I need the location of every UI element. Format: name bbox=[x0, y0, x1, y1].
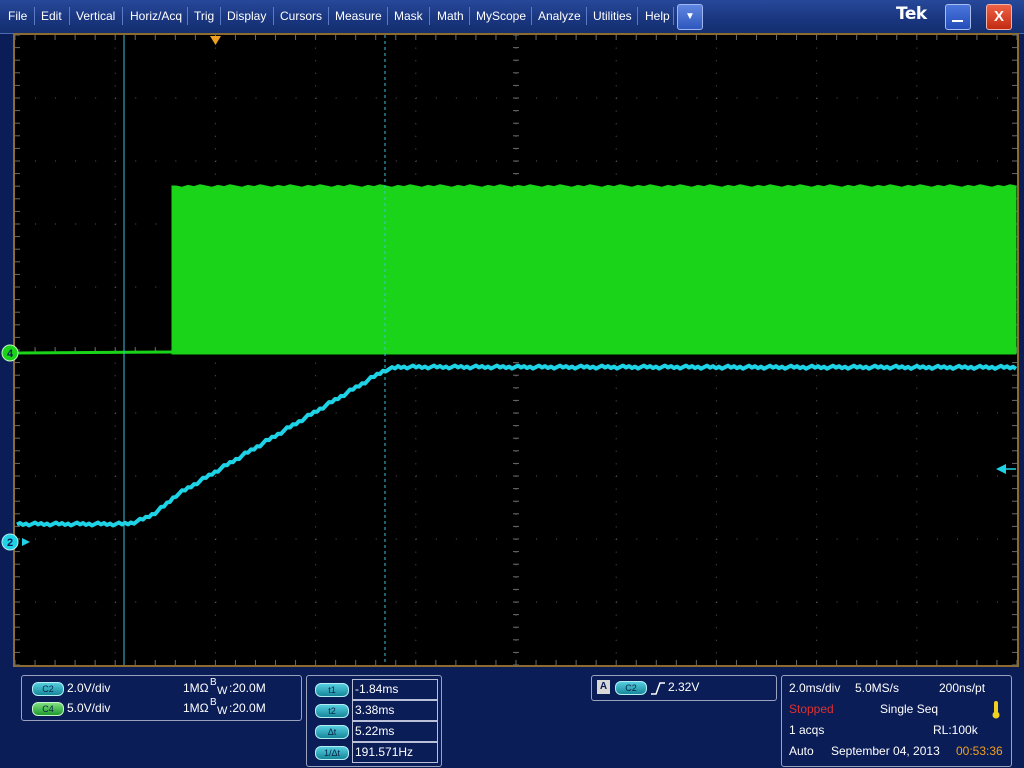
sample-rate: 5.0MS/s bbox=[855, 681, 900, 695]
channel4-bandwidth: :20.0M bbox=[229, 701, 266, 715]
acquisition-mode: Single Seq bbox=[880, 702, 939, 716]
channel2-bw-prefix: B bbox=[210, 677, 217, 688]
channel4-marker-label: 4 bbox=[7, 348, 14, 360]
cursor-frequency-value: 191.571Hz bbox=[355, 745, 414, 759]
acquisition-count: 1 acqs bbox=[789, 723, 825, 737]
channel4-bw-sub: W bbox=[217, 705, 228, 717]
channel2-marker-label: 2 bbox=[7, 537, 13, 549]
trigger-source-badge[interactable]: C2 bbox=[615, 681, 647, 695]
record-length: RL:100k bbox=[933, 723, 978, 737]
cursor-readout-panel: t1 -1.84ms t2 3.38ms Δt 5.22ms 1/Δt 191.… bbox=[306, 675, 442, 767]
cursor-t2-value: 3.38ms bbox=[355, 703, 395, 717]
channel2-scale[interactable]: 2.0V/div bbox=[67, 681, 110, 695]
channel-settings-panel: C2 2.0V/div 1MΩ B W :20.0M C4 5.0V/div 1… bbox=[21, 675, 302, 721]
channel2-bw-sub: W bbox=[217, 685, 228, 697]
channel4-bw-prefix: B bbox=[210, 697, 217, 708]
cursor-t1-badge[interactable]: t1 bbox=[315, 683, 349, 697]
trigger-level[interactable]: 2.32V bbox=[668, 680, 699, 694]
rising-edge-icon bbox=[651, 682, 665, 695]
cursor-delta-badge[interactable]: Δt bbox=[315, 725, 349, 739]
trigger-level-arrow-icon bbox=[996, 464, 1006, 474]
cursor-t2-badge[interactable]: t2 bbox=[315, 704, 349, 718]
channel2-bandwidth: :20.0M bbox=[229, 681, 266, 695]
channel4-coupling: 1MΩ bbox=[183, 701, 209, 715]
date: September 04, 2013 bbox=[831, 744, 940, 758]
channel4-scale[interactable]: 5.0V/div bbox=[67, 701, 110, 715]
channel4-baseline bbox=[16, 350, 174, 355]
acquisition-panel[interactable]: 2.0ms/div 5.0MS/s 200ns/pt Stopped Singl… bbox=[781, 675, 1012, 767]
cursor-delta-value: 5.22ms bbox=[355, 724, 395, 738]
channel2-coupling: 1MΩ bbox=[183, 681, 209, 695]
channel4-badge[interactable]: C4 bbox=[32, 702, 64, 716]
thermometer-icon bbox=[992, 701, 1000, 719]
time: 00:53:36 bbox=[956, 744, 1003, 758]
timebase[interactable]: 2.0ms/div bbox=[789, 681, 840, 695]
resolution: 200ns/pt bbox=[939, 681, 986, 695]
acquisition-status: Stopped bbox=[789, 702, 834, 716]
channel4-trace bbox=[171, 184, 1017, 355]
trigger-panel[interactable]: A C2 2.32V bbox=[591, 675, 777, 701]
channel2-badge[interactable]: C2 bbox=[32, 682, 64, 696]
cursor-frequency-badge[interactable]: 1/Δt bbox=[315, 746, 349, 760]
channel2-offset-arrow-icon bbox=[22, 538, 30, 546]
trigger-position-icon bbox=[210, 36, 221, 45]
trigger-mode: Auto bbox=[789, 744, 814, 758]
waveform-overlay: 4 2 bbox=[1, 34, 1018, 666]
trigger-a-label: A bbox=[597, 680, 610, 694]
cursor-t1-value: -1.84ms bbox=[355, 682, 399, 696]
